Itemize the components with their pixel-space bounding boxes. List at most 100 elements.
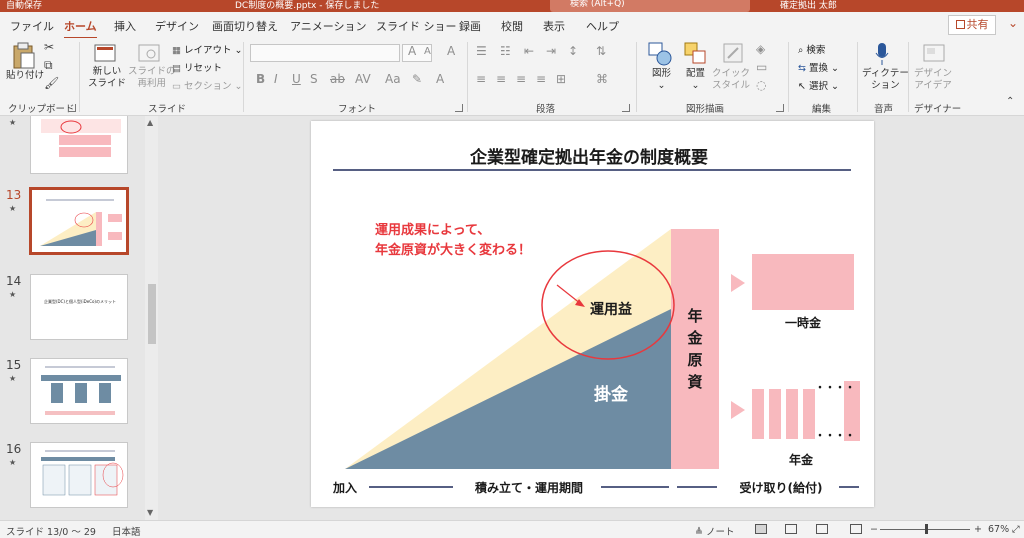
tab-help[interactable]: ヘルプ: [586, 18, 619, 34]
shape-effects-icon[interactable]: ◌: [756, 78, 766, 92]
slide-thumbnail[interactable]: [30, 358, 128, 424]
zoom-in-icon[interactable]: +: [974, 524, 982, 535]
font-name-dropdown[interactable]: [250, 44, 400, 62]
decrease-indent-icon[interactable]: ⇤: [524, 44, 534, 58]
align-left-icon[interactable]: ≡: [476, 72, 486, 86]
more-options-button[interactable]: ⌄: [1004, 16, 1022, 34]
numbering-icon[interactable]: ☷: [500, 44, 511, 58]
thumbnail-scrollbar[interactable]: ▲ ▼: [145, 116, 158, 520]
collapse-ribbon-icon[interactable]: ⌃: [1006, 96, 1014, 107]
distributed-icon[interactable]: ⊞: [556, 72, 566, 86]
tab-home[interactable]: ホーム: [64, 18, 97, 39]
reuse-slides-button[interactable]: スライドの 再利用: [128, 66, 176, 90]
find-button[interactable]: ⌕ 検索: [798, 42, 825, 56]
section-button[interactable]: ▭ セクション ⌄: [172, 78, 243, 92]
cut-icon[interactable]: ✂: [44, 40, 54, 54]
user-name[interactable]: 確定拠出 太郎: [780, 0, 837, 11]
tab-design[interactable]: デザイン: [155, 18, 199, 34]
shapes-label: 図形: [652, 68, 672, 79]
normal-view-icon[interactable]: [755, 524, 767, 534]
format-painter-icon[interactable]: 🖌: [44, 76, 59, 90]
zoom-level[interactable]: 67%: [988, 524, 1009, 535]
share-button[interactable]: 共有: [948, 15, 996, 35]
font-launcher[interactable]: [455, 104, 463, 112]
reset-button[interactable]: ▤ リセット: [172, 60, 222, 74]
bullets-icon[interactable]: ☰: [476, 44, 487, 58]
italic-button[interactable]: I: [274, 72, 278, 86]
zoom-out-icon[interactable]: −: [870, 524, 878, 535]
tab-animations[interactable]: アニメーション: [290, 18, 367, 34]
tab-slideshow[interactable]: スライド ショー: [376, 18, 457, 34]
text-direction-icon[interactable]: ⇅: [596, 44, 606, 58]
language-indicator[interactable]: 日本語: [112, 524, 141, 538]
title-bar: 自動保存 DC制度の概要.pptx - 保存しました 検索 (Alt+Q) 確定…: [0, 0, 1024, 12]
align-center-icon[interactable]: ≡: [496, 72, 506, 86]
font-color-icon[interactable]: A: [436, 72, 444, 86]
animation-star-icon: ★: [9, 374, 17, 383]
slide-thumbnail[interactable]: [30, 442, 128, 508]
underline-button[interactable]: U: [292, 72, 301, 86]
select-button[interactable]: ↖ 選択 ⌄: [798, 78, 839, 92]
tab-file[interactable]: ファイル: [10, 18, 54, 34]
paste-button[interactable]: 貼り付け: [6, 70, 44, 82]
layout-button[interactable]: ▦ レイアウト ⌄: [172, 42, 243, 56]
tab-transitions[interactable]: 画面切り替え: [212, 18, 278, 34]
highlight-icon[interactable]: ✎: [412, 72, 422, 86]
slide-thumbnail-selected[interactable]: [29, 187, 129, 255]
scroll-up-icon[interactable]: ▲: [147, 118, 153, 127]
slide-thumbnail-pane: ★ 13 ★ 14 ★ 企業型(DC)と個人型(iDeCo)のメリット 15 ★: [0, 116, 158, 520]
reset-label: リセット: [184, 63, 223, 74]
replace-icon: ⇆: [798, 63, 809, 74]
char-spacing-icon[interactable]: AV: [355, 72, 371, 86]
decrease-font-icon[interactable]: A: [424, 46, 431, 57]
quick-styles-icon: [723, 43, 743, 63]
drawing-launcher[interactable]: [776, 104, 784, 112]
bold-button[interactable]: B: [256, 72, 265, 86]
increase-font-icon[interactable]: A: [408, 44, 416, 58]
search-box[interactable]: 検索 (Alt+Q): [550, 0, 750, 12]
reading-view-icon[interactable]: [816, 524, 828, 534]
slide-canvas[interactable]: 企業型確定拠出年金の制度概要 年 金 原 資 運用成果によって、 年金原資が大き…: [311, 121, 874, 507]
slide-thumbnail[interactable]: 企業型(DC)と個人型(iDeCo)のメリット: [30, 274, 128, 340]
tab-insert[interactable]: 挿入: [114, 18, 136, 34]
copy-icon[interactable]: ⧉: [44, 58, 53, 73]
change-case-icon[interactable]: Aa: [385, 72, 401, 86]
animation-star-icon: ★: [9, 204, 17, 213]
line-spacing-icon[interactable]: ↕: [568, 44, 578, 58]
lump-sum-box: [752, 254, 854, 310]
design-ideas-button[interactable]: デザイン アイデア: [914, 68, 952, 92]
fit-to-window-icon[interactable]: ⤢: [1012, 524, 1020, 535]
clear-format-icon[interactable]: A: [447, 44, 455, 58]
shape-fill-icon[interactable]: ◈: [756, 42, 765, 56]
tab-view[interactable]: 表示: [543, 18, 565, 34]
justify-icon[interactable]: ≡: [536, 72, 546, 86]
tab-review[interactable]: 校閲: [501, 18, 523, 34]
notes-button[interactable]: ≜ ノート: [695, 524, 735, 538]
scrollbar-thumb[interactable]: [148, 284, 156, 344]
strikethrough-icon[interactable]: ab: [330, 72, 345, 86]
paste-label: 貼り付け: [6, 70, 45, 81]
tab-record[interactable]: 録画: [459, 18, 481, 34]
replace-button[interactable]: ⇆ 置換 ⌄: [798, 60, 839, 74]
new-slide-button[interactable]: 新しい スライド: [88, 66, 126, 90]
quick-styles-button[interactable]: クイック スタイル: [712, 68, 750, 92]
arrange-button[interactable]: 配置 ⌄: [686, 68, 705, 92]
slide-sorter-icon[interactable]: [785, 524, 797, 534]
autosave-label[interactable]: 自動保存: [6, 0, 42, 11]
increase-indent-icon[interactable]: ⇥: [546, 44, 556, 58]
scroll-down-icon[interactable]: ▼: [147, 508, 153, 517]
dictate-button[interactable]: ディクテー ション: [862, 68, 909, 92]
animation-star-icon: ★: [9, 290, 17, 299]
slide-thumbnail[interactable]: [30, 116, 128, 174]
shape-outline-icon[interactable]: ▭: [756, 60, 767, 74]
clipboard-launcher[interactable]: [68, 104, 76, 112]
slideshow-icon[interactable]: [850, 524, 862, 534]
align-right-icon[interactable]: ≡: [516, 72, 526, 86]
shadow-button[interactable]: S: [310, 72, 318, 86]
smartart-icon[interactable]: ⌘: [596, 72, 608, 86]
shapes-button[interactable]: 図形 ⌄: [652, 68, 671, 92]
paragraph-launcher[interactable]: [622, 104, 630, 112]
clipboard-group-label: クリップボード: [8, 104, 75, 115]
pension-fund-char: 原: [687, 351, 702, 369]
zoom-slider-thumb[interactable]: [925, 524, 928, 534]
